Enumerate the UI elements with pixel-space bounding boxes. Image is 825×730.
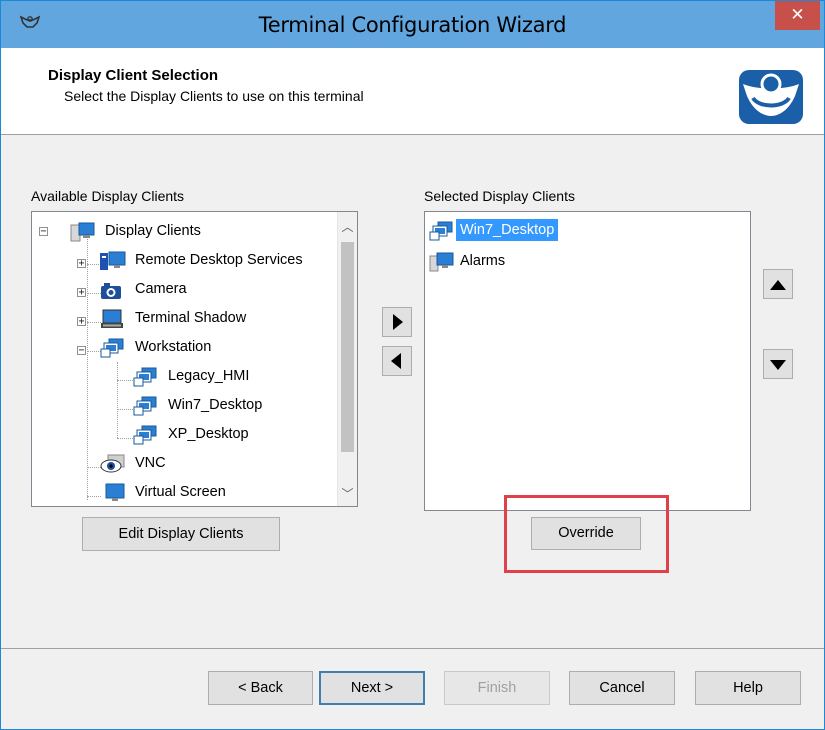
- title-bar[interactable]: Terminal Configuration Wizard ✕: [1, 1, 824, 48]
- thinmanager-logo-icon: [739, 70, 803, 124]
- next-button[interactable]: Next >: [319, 671, 425, 705]
- scrollbar-thumb[interactable]: [341, 242, 354, 452]
- close-button[interactable]: ✕: [775, 1, 820, 30]
- tree-line: [117, 438, 133, 439]
- available-clients-tree[interactable]: − + + + − Display Clients Remote Desktop…: [31, 211, 358, 507]
- tree-line: [117, 380, 133, 381]
- alarms-icon: [429, 252, 454, 272]
- tree-node-virtual-screen[interactable]: Virtual Screen: [100, 481, 300, 503]
- workstation-icon: [133, 425, 157, 445]
- move-down-button[interactable]: [763, 349, 793, 379]
- workstation-icon: [133, 367, 157, 387]
- tree-line: [87, 322, 101, 323]
- highlight-box: [504, 495, 669, 573]
- virtual-screen-icon: [105, 483, 125, 501]
- selected-item-win7-desktop[interactable]: Win7_Desktop: [429, 219, 629, 241]
- arrow-up-icon: [770, 280, 786, 290]
- collapse-toggle-workstation[interactable]: −: [77, 346, 86, 356]
- selected-clients-list[interactable]: Win7_Desktop Alarms: [424, 211, 751, 511]
- page-title: Display Client Selection: [48, 67, 219, 84]
- tree-node-terminal-shadow[interactable]: Terminal Shadow: [100, 307, 300, 329]
- scroll-up-icon[interactable]: ︿: [338, 218, 357, 235]
- tree-node-workstation[interactable]: Workstation: [100, 336, 300, 358]
- page-subtitle: Select the Display Clients to use on thi…: [64, 88, 364, 104]
- finish-button[interactable]: Finish: [444, 671, 550, 705]
- workstation-icon: [429, 221, 453, 241]
- tree-line: [117, 409, 133, 410]
- edit-display-clients-button[interactable]: Edit Display Clients: [82, 517, 280, 551]
- selected-item-alarms[interactable]: Alarms: [429, 250, 629, 272]
- tree-node-remote-desktop-services[interactable]: Remote Desktop Services: [100, 249, 330, 271]
- expand-toggle-remote-desktop[interactable]: +: [77, 259, 86, 269]
- footer-divider: [1, 648, 824, 649]
- arrow-left-icon: [391, 353, 401, 369]
- workstation-icon: [100, 338, 124, 358]
- tree-line: [87, 467, 101, 468]
- scroll-down-icon[interactable]: ﹀: [338, 485, 357, 502]
- back-button[interactable]: < Back: [208, 671, 313, 705]
- window-title: Terminal Configuration Wizard: [258, 13, 567, 37]
- help-button[interactable]: Help: [695, 671, 801, 705]
- move-up-button[interactable]: [763, 269, 793, 299]
- tree-node-display-clients[interactable]: Display Clients: [70, 220, 270, 242]
- wizard-header: Display Client Selection Select the Disp…: [1, 48, 824, 135]
- tree-node-win7-desktop[interactable]: Win7_Desktop: [133, 394, 333, 416]
- available-clients-label: Available Display Clients: [31, 188, 185, 204]
- cancel-button[interactable]: Cancel: [569, 671, 675, 705]
- tree-line: [87, 234, 88, 500]
- tree-node-xp-desktop[interactable]: XP_Desktop: [133, 423, 333, 445]
- expand-toggle-camera[interactable]: +: [77, 288, 86, 298]
- tree-node-camera[interactable]: Camera: [100, 278, 300, 300]
- tree-line: [87, 293, 101, 294]
- expand-toggle-terminal-shadow[interactable]: +: [77, 317, 86, 327]
- terminal-shadow-icon: [101, 309, 123, 328]
- tree-line: [117, 362, 118, 438]
- tree-line: [87, 264, 101, 265]
- tree-line: [87, 351, 101, 352]
- arrow-right-icon: [393, 314, 403, 330]
- selected-clients-label: Selected Display Clients: [424, 188, 575, 204]
- tree-node-legacy-hmi[interactable]: Legacy_HMI: [133, 365, 333, 387]
- vnc-eye-icon: [100, 454, 125, 473]
- workstation-icon: [133, 396, 157, 416]
- arrow-down-icon: [770, 360, 786, 370]
- tree-scrollbar[interactable]: ︿ ﹀: [337, 212, 357, 506]
- wizard-window: Terminal Configuration Wizard ✕ Display …: [0, 0, 825, 730]
- tree-node-vnc[interactable]: VNC: [100, 452, 300, 474]
- collapse-toggle-display-clients[interactable]: −: [39, 227, 48, 237]
- add-client-button[interactable]: [382, 307, 412, 337]
- close-icon: ✕: [790, 5, 805, 25]
- server-folder-icon: [70, 222, 95, 242]
- remote-desktop-icon: [100, 251, 126, 270]
- tree-line: [87, 496, 101, 497]
- remove-client-button[interactable]: [382, 346, 412, 376]
- camera-icon: [101, 283, 121, 299]
